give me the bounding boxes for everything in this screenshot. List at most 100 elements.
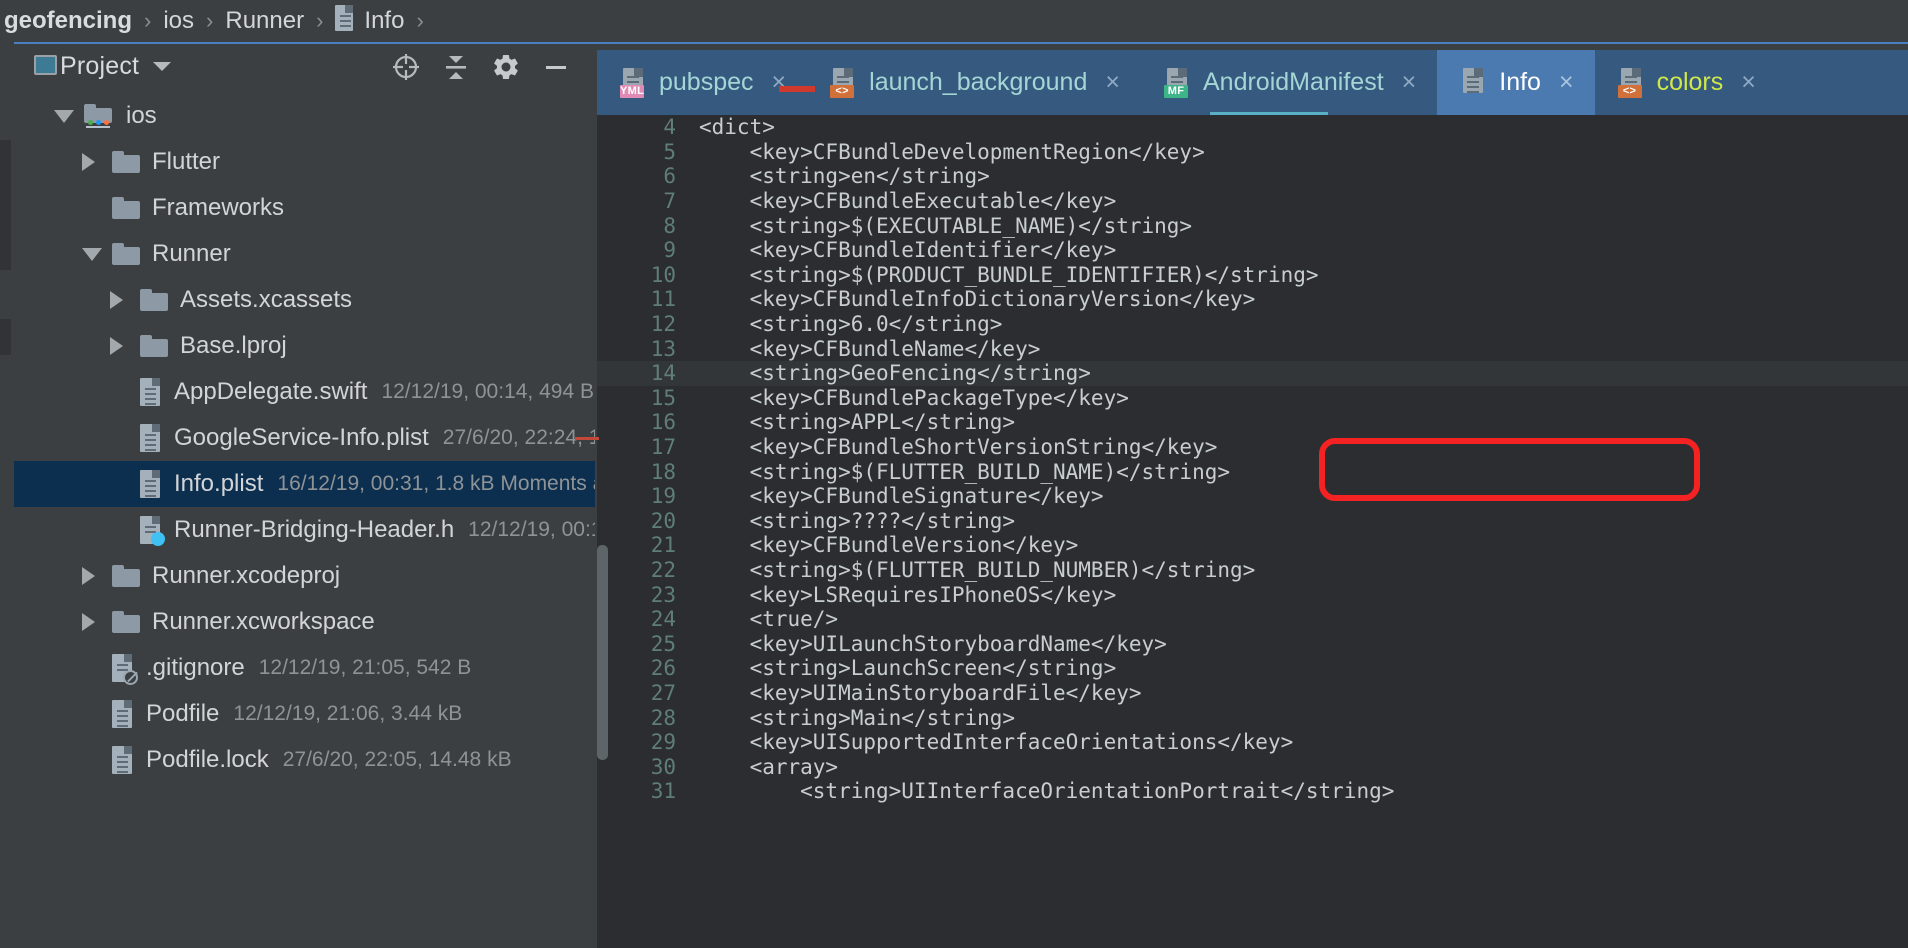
tree-row[interactable]: Frameworks	[14, 185, 595, 231]
code-line[interactable]: 28 <string>Main</string>	[597, 705, 1908, 730]
expand-arrow-icon[interactable]	[82, 613, 112, 631]
hide-panel-icon[interactable]	[531, 44, 581, 89]
close-icon[interactable]: ×	[1741, 70, 1756, 95]
code-content[interactable]: 4 <dict> 5 <key>CFBundleDevelopmentRegion<…	[597, 115, 1908, 948]
code-line[interactable]: 20 <string>????</string>	[597, 509, 1908, 534]
expand-arrow-icon[interactable]	[82, 247, 112, 261]
code-line[interactable]: 29 <key>UISupportedInterfaceOrientations…	[597, 730, 1908, 755]
code-line[interactable]: 31 <string>UIInterfaceOrientationPortrai…	[597, 779, 1908, 804]
tree-row[interactable]: Runner-Bridging-Header.h 12/12/19, 00:14…	[14, 507, 595, 553]
code-text[interactable]: <key>CFBundleVersion</key>	[690, 533, 1908, 557]
code-text[interactable]: <key>CFBundleShortVersionString</key>	[690, 435, 1908, 459]
code-line[interactable]: 5 <key>CFBundleDevelopmentRegion</key>	[597, 140, 1908, 165]
code-line[interactable]: 23 <key>LSRequiresIPhoneOS</key>	[597, 582, 1908, 607]
tree-row[interactable]: Flutter	[14, 139, 595, 185]
close-icon[interactable]: ×	[1559, 70, 1574, 95]
code-line[interactable]: 12 <string>6.0</string>	[597, 312, 1908, 337]
code-text[interactable]: <key>UISupportedInterfaceOrientations</k…	[690, 730, 1908, 754]
code-line[interactable]: 26 <string>LaunchScreen</string>	[597, 656, 1908, 681]
code-text[interactable]: <key>CFBundlePackageType</key>	[690, 386, 1908, 410]
project-panel-title[interactable]: Project	[60, 52, 139, 81]
code-line[interactable]: 10 <string>$(PRODUCT_BUNDLE_IDENTIFIER)<…	[597, 263, 1908, 288]
code-text[interactable]: <key>LSRequiresIPhoneOS</key>	[690, 583, 1908, 607]
chevron-down-icon[interactable]	[153, 62, 172, 71]
code-text[interactable]: <string>$(FLUTTER_BUILD_NAME)</string>	[690, 460, 1908, 484]
code-line[interactable]: 21 <key>CFBundleVersion</key>	[597, 533, 1908, 558]
tree-row[interactable]: .gitignore 12/12/19, 21:05, 542 B	[14, 645, 595, 691]
close-icon[interactable]: ×	[1402, 70, 1417, 95]
code-line[interactable]: 25 <key>UILaunchStoryboardName</key>	[597, 631, 1908, 656]
tree-row[interactable]: Assets.xcassets	[14, 277, 595, 323]
breadcrumb-item-project[interactable]: geofencing	[4, 7, 132, 35]
expand-arrow-icon[interactable]	[110, 337, 140, 355]
expand-arrow-icon[interactable]	[110, 291, 140, 309]
code-text[interactable]: <true/>	[690, 607, 1908, 631]
code-text[interactable]: <string>en</string>	[690, 164, 1908, 188]
expand-arrow-icon[interactable]	[54, 109, 84, 123]
code-text[interactable]: <string>????</string>	[690, 509, 1908, 533]
code-line[interactable]: 30 <array>	[597, 754, 1908, 779]
breadcrumb-item-runner[interactable]: Runner	[225, 7, 304, 35]
code-text[interactable]: <key>UILaunchStoryboardName</key>	[690, 632, 1908, 656]
code-text[interactable]: <string>6.0</string>	[690, 312, 1908, 336]
breadcrumb-item-ios[interactable]: ios	[163, 7, 194, 35]
code-line[interactable]: 14 <string>GeoFencing</string>	[597, 360, 1908, 386]
tree-row-selected[interactable]: Info.plist 16/12/19, 00:31, 1.8 kB Momen…	[14, 461, 595, 507]
code-line[interactable]: 7 <key>CFBundleExecutable</key>	[597, 189, 1908, 214]
tree-row[interactable]: ios	[14, 93, 595, 139]
tree-row[interactable]: AppDelegate.swift 12/12/19, 00:14, 494 B	[14, 369, 595, 415]
tree-row[interactable]: Runner	[14, 231, 595, 277]
code-text[interactable]: <key>CFBundleDevelopmentRegion</key>	[690, 140, 1908, 164]
code-line[interactable]: 24 <true/>	[597, 607, 1908, 632]
tree-row[interactable]: Podfile 12/12/19, 21:06, 3.44 kB	[14, 691, 595, 737]
code-text[interactable]: <string>$(FLUTTER_BUILD_NUMBER)</string>	[690, 558, 1908, 582]
code-text[interactable]: <array>	[690, 755, 1908, 779]
code-line[interactable]: 13 <key>CFBundleName</key>	[597, 336, 1908, 361]
code-line[interactable]: 22 <string>$(FLUTTER_BUILD_NUMBER)</stri…	[597, 558, 1908, 583]
tab-android-manifest[interactable]: MF AndroidManifest ×	[1141, 50, 1437, 115]
code-text[interactable]: <string>Main</string>	[690, 706, 1908, 730]
code-line[interactable]: 16 <string>APPL</string>	[597, 410, 1908, 435]
code-text[interactable]: <key>CFBundleIdentifier</key>	[690, 238, 1908, 262]
code-text[interactable]: <key>CFBundleSignature</key>	[690, 484, 1908, 508]
code-line[interactable]: 27 <key>UIMainStoryboardFile</key>	[597, 681, 1908, 706]
project-tree[interactable]: ios Flutter Frameworks Runner Assets.xca…	[14, 93, 595, 948]
tree-row[interactable]: Base.lproj	[14, 323, 595, 369]
code-line[interactable]: 4 <dict>	[597, 115, 1908, 140]
settings-gear-icon[interactable]	[481, 44, 531, 89]
code-text[interactable]: <string>APPL</string>	[690, 410, 1908, 434]
tab-pubspec[interactable]: YML pubspec ×	[597, 50, 807, 115]
locate-icon[interactable]	[381, 44, 431, 89]
code-text[interactable]: <key>CFBundleExecutable</key>	[690, 189, 1908, 213]
code-text[interactable]: <key>CFBundleName</key>	[690, 337, 1908, 361]
code-text[interactable]: <string>GeoFencing</string>	[690, 361, 1908, 385]
code-text[interactable]: <string>$(PRODUCT_BUNDLE_IDENTIFIER)</st…	[690, 263, 1908, 287]
tab-info[interactable]: Info ×	[1437, 50, 1595, 115]
code-line[interactable]: 6 <string>en</string>	[597, 164, 1908, 189]
code-text[interactable]: <key>UIMainStoryboardFile</key>	[690, 681, 1908, 705]
tree-row[interactable]: Runner.xcworkspace	[14, 599, 595, 645]
tree-row[interactable]: Podfile.lock 27/6/20, 22:05, 14.48 kB	[14, 737, 595, 783]
code-line[interactable]: 19 <key>CFBundleSignature</key>	[597, 484, 1908, 509]
expand-arrow-icon[interactable]	[82, 153, 112, 171]
code-text[interactable]: <key>CFBundleInfoDictionaryVersion</key>	[690, 287, 1908, 311]
code-text[interactable]: <string>UIInterfaceOrientationPortrait</…	[690, 779, 1908, 803]
code-line[interactable]: 15 <key>CFBundlePackageType</key>	[597, 386, 1908, 411]
code-line[interactable]: 11 <key>CFBundleInfoDictionaryVersion</k…	[597, 287, 1908, 312]
code-text[interactable]: <string>$(EXECUTABLE_NAME)</string>	[690, 214, 1908, 238]
tree-row[interactable]: GoogleService-Info.plist 27/6/20, 22:24,…	[14, 415, 595, 461]
code-text[interactable]: <string>LaunchScreen</string>	[690, 656, 1908, 680]
close-icon[interactable]: ×	[1105, 70, 1120, 95]
code-editor[interactable]: 4 <dict> 5 <key>CFBundleDevelopmentRegion<…	[597, 115, 1908, 948]
code-line[interactable]: 8 <string>$(EXECUTABLE_NAME)</string>	[597, 213, 1908, 238]
code-text[interactable]: <dict>	[690, 115, 1908, 139]
breadcrumb-item-info[interactable]: Info	[364, 7, 404, 35]
code-line[interactable]: 9 <key>CFBundleIdentifier</key>	[597, 238, 1908, 263]
code-line[interactable]: 18 <string>$(FLUTTER_BUILD_NAME)</string…	[597, 459, 1908, 484]
expand-arrow-icon[interactable]	[82, 567, 112, 585]
tree-row[interactable]: Runner.xcodeproj	[14, 553, 595, 599]
collapse-all-icon[interactable]	[431, 44, 481, 89]
tab-launch-background[interactable]: <> launch_background ×	[807, 50, 1141, 115]
editor-vertical-scrollbar[interactable]	[597, 545, 608, 760]
tab-colors[interactable]: <> colors ×	[1595, 50, 1777, 115]
